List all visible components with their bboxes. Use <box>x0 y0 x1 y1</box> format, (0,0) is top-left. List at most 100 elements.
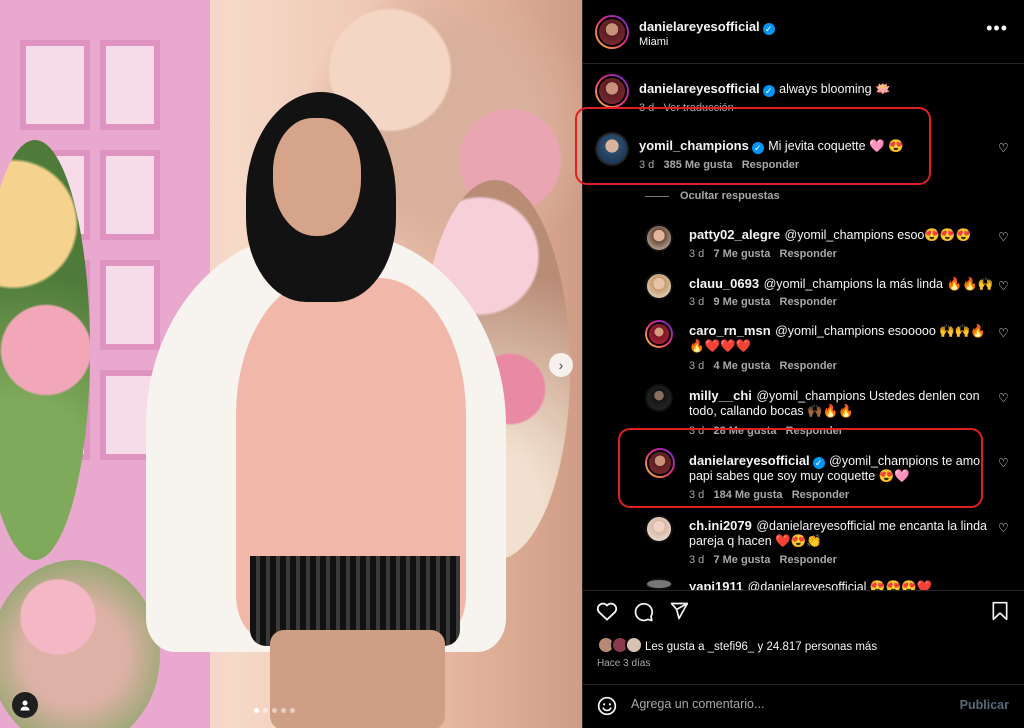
heart-icon[interactable]: ♡ <box>998 522 1010 534</box>
heart-icon[interactable]: ♡ <box>998 457 1010 469</box>
reply-username[interactable]: patty02_alegre <box>689 227 780 242</box>
send-icon[interactable] <box>669 601 689 621</box>
reply-button[interactable]: Responder <box>780 554 837 566</box>
reply-username[interactable]: clauu_0693 <box>689 276 759 291</box>
comment-line: yomil_champions ✓ Mi jevita coquette 🩷 😍 <box>639 137 904 155</box>
reply-button[interactable]: Responder <box>780 360 837 372</box>
avatar[interactable] <box>645 320 673 348</box>
caption-text: always blooming 🪷 <box>779 82 891 96</box>
avatar[interactable] <box>595 74 629 108</box>
reply-text: @yomil_champions esooooo 🙌🙌🔥 <box>775 324 986 338</box>
avatar <box>625 636 643 654</box>
avatar[interactable] <box>645 384 673 412</box>
reply-text: @danielareyesofficial me encanta la lind… <box>756 519 987 533</box>
reply-username[interactable]: ch.ini2079 <box>689 518 752 533</box>
comment-time: 3 d <box>639 159 655 171</box>
carousel-dot <box>281 708 286 713</box>
comment-username[interactable]: yomil_champions <box>639 138 749 153</box>
tagged-users-button[interactable] <box>12 692 38 718</box>
carousel-dot <box>272 708 277 713</box>
verified-icon: ✓ <box>751 142 764 154</box>
comment-input[interactable] <box>631 697 931 711</box>
reply-time: 3 d <box>689 296 705 308</box>
reply-likes[interactable]: 7 Me gusta <box>713 248 770 260</box>
comment-likes[interactable]: 385 Me gusta <box>663 159 732 171</box>
comment-icon[interactable] <box>633 601 654 622</box>
reply-meta: 3 d 7 Me gusta Responder <box>689 554 837 566</box>
comment-bar: Publicar <box>583 684 1024 728</box>
avatar[interactable] <box>645 515 673 543</box>
chevron-right-icon: › <box>558 357 564 373</box>
hide-replies-button[interactable]: Ocultar respuestas <box>680 190 780 202</box>
reply-username[interactable]: danielareyesofficial <box>689 453 810 468</box>
smiley-icon[interactable] <box>597 696 617 716</box>
reply-time: 3 d <box>689 248 705 260</box>
reply-username[interactable]: yapi1911 <box>689 579 743 590</box>
post-date: Hace 3 días <box>597 658 651 669</box>
bookmark-icon[interactable] <box>991 601 1009 621</box>
reply-username[interactable]: caro_rn_msn <box>689 323 771 338</box>
caption-username[interactable]: danielareyesofficial <box>639 81 760 96</box>
reply-line: yapi1911 @danielareyesofficial 😍😍😍❤️ <box>689 578 932 590</box>
avatar[interactable] <box>595 15 629 49</box>
reply-button[interactable]: Responder <box>780 248 837 260</box>
avatar[interactable] <box>645 578 673 590</box>
legs <box>270 630 445 728</box>
action-bar <box>583 590 1024 622</box>
reply-meta: 3 d 9 Me gusta Responder <box>689 296 837 308</box>
avatar[interactable] <box>645 272 673 300</box>
reply-line: patty02_alegre @yomil_champions esoo😍😍😍 <box>689 226 971 244</box>
heart-icon[interactable]: ♡ <box>998 142 1010 154</box>
heart-icon[interactable]: ♡ <box>998 231 1010 243</box>
reply-text: @yomil_champions te amo <box>829 454 981 468</box>
reply-text: @danielareyesofficial 😍😍😍❤️ <box>747 580 933 590</box>
door-pane <box>20 40 90 130</box>
reply-likes[interactable]: 7 Me gusta <box>713 554 770 566</box>
reply-meta: 3 d 4 Me gusta Responder <box>689 360 837 372</box>
reply-likes[interactable]: 4 Me gusta <box>713 360 770 372</box>
carousel-dot <box>254 708 259 713</box>
reply-likes[interactable]: 9 Me gusta <box>713 296 770 308</box>
reply-text: @yomil_champions esoo😍😍😍 <box>784 228 972 242</box>
comment-text: Mi jevita coquette 🩷 😍 <box>768 139 904 153</box>
reply-line: clauu_0693 @yomil_champions la más linda… <box>689 275 993 293</box>
post-location[interactable]: Miami <box>639 36 668 48</box>
reply-text-continued: papi sabes que soy muy coquette 😍🩷 <box>689 469 910 483</box>
verified-icon: ✓ <box>762 85 775 97</box>
reply-text-continued: 🔥❤️❤️❤️ <box>689 339 752 353</box>
heart-icon[interactable]: ♡ <box>998 327 1010 339</box>
reply-time: 3 d <box>689 360 705 372</box>
avatar[interactable] <box>645 448 675 478</box>
heart-icon[interactable]: ♡ <box>998 280 1010 292</box>
author-username[interactable]: danielareyesofficial <box>639 19 760 34</box>
reply-text-continued: pareja q hacen ❤️😍👏 <box>689 534 822 548</box>
reply-button[interactable]: Responder <box>742 159 799 171</box>
verified-icon: ✓ <box>762 23 775 35</box>
reply-time: 3 d <box>689 489 705 501</box>
carousel-dots <box>254 708 295 713</box>
next-image-button[interactable]: › <box>549 353 573 377</box>
avatar[interactable] <box>595 132 629 166</box>
reply-username[interactable]: milly__chi <box>689 388 752 403</box>
heart-icon[interactable] <box>596 601 618 621</box>
door-pane <box>100 150 160 240</box>
reply-meta: 3 d 184 Me gusta Responder <box>689 489 849 501</box>
heart-icon[interactable]: ♡ <box>998 392 1010 404</box>
carousel-dot <box>263 708 268 713</box>
publish-button[interactable]: Publicar <box>960 698 1009 712</box>
post-author[interactable]: danielareyesofficial ✓ <box>639 18 775 36</box>
door-pane <box>100 40 160 130</box>
carousel-dot <box>290 708 295 713</box>
avatar[interactable] <box>645 224 673 252</box>
divider <box>645 196 669 197</box>
likes-summary-text[interactable]: Les gusta a _stefi96_ y 24.817 personas … <box>645 641 877 653</box>
reply-text-continued: todo, callando bocas 🙌🏾🔥🔥 <box>689 404 854 418</box>
post-image[interactable]: › <box>0 0 582 728</box>
reply-time: 3 d <box>689 554 705 566</box>
reply-button[interactable]: Responder <box>792 489 849 501</box>
more-options-icon[interactable]: ••• <box>986 19 1008 37</box>
reply-text: @yomil_champions la más linda 🔥🔥🙌 <box>763 277 994 291</box>
reply-button[interactable]: Responder <box>780 296 837 308</box>
reply-text: @yomil_champions Ustedes denlen con <box>756 389 980 403</box>
reply-likes[interactable]: 184 Me gusta <box>713 489 782 501</box>
